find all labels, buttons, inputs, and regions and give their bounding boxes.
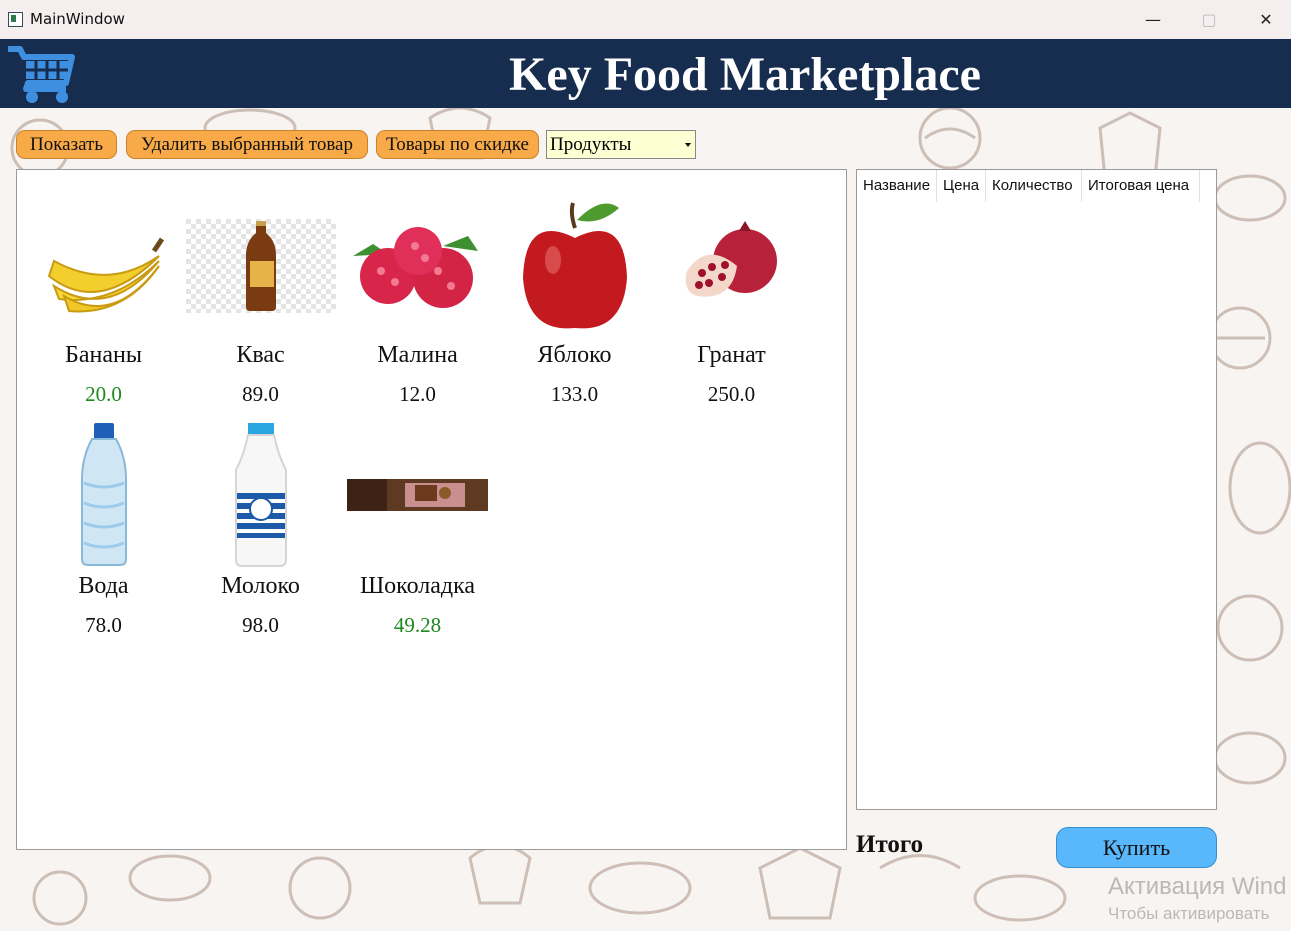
app-icon	[8, 12, 23, 27]
product-name: Молоко	[221, 573, 300, 599]
maximize-button[interactable]: ▢	[1180, 0, 1238, 39]
product-price: 133.0	[550, 382, 599, 406]
product-name: Яблоко	[537, 342, 612, 368]
product-grid[interactable]: Бананы 20.0 Квас 89.0 Малина 12.0 Яблоко…	[16, 169, 847, 850]
activation-watermark: Активация Wind	[1108, 873, 1287, 900]
category-select-value: Продукты	[550, 134, 632, 155]
product-price: 12.0	[399, 382, 436, 406]
window-titlebar: MainWindow — ▢ ✕	[0, 0, 1291, 40]
product-price: 89.0	[242, 382, 279, 406]
minimize-button[interactable]: —	[1124, 0, 1182, 39]
product-price: 98.0	[242, 613, 279, 637]
product-price: 49.28	[393, 613, 442, 637]
column-header-name[interactable]: Название	[857, 170, 937, 202]
product-name: Шоколадка	[359, 573, 476, 599]
total-label: Итого	[856, 831, 924, 858]
brand-title: Key Food Marketplace	[509, 48, 981, 101]
product-name: Вода	[78, 573, 129, 599]
apple-image	[496, 188, 653, 343]
product-name: Квас	[236, 342, 285, 368]
chevron-down-icon	[685, 143, 691, 147]
cart-table-header: Название Цена Количество Итоговая цена	[857, 170, 1200, 202]
chocolate-bar-image	[339, 418, 496, 573]
activation-watermark-subtitle: Чтобы активировать	[1108, 904, 1270, 923]
product-name: Бананы	[65, 342, 142, 368]
banana-image	[25, 188, 182, 343]
app-header: Key Food Marketplace	[0, 39, 1291, 108]
column-header-quantity[interactable]: Количество	[986, 170, 1082, 202]
kvass-bottle-image	[182, 188, 339, 343]
product-price: 20.0	[85, 382, 122, 406]
milk-bottle-image	[182, 418, 339, 573]
buy-button[interactable]: Купить	[1056, 827, 1217, 868]
discount-products-button[interactable]: Товары по скидке	[376, 130, 539, 159]
product-price: 250.0	[707, 382, 756, 406]
column-header-total-price[interactable]: Итоговая цена	[1082, 170, 1200, 202]
window-title: MainWindow	[30, 10, 125, 28]
product-price: 78.0	[85, 613, 122, 637]
show-button[interactable]: Показать	[16, 130, 117, 159]
close-button[interactable]: ✕	[1237, 0, 1291, 39]
shopping-cart-icon	[8, 46, 75, 103]
column-header-price[interactable]: Цена	[937, 170, 986, 202]
raspberry-image	[339, 188, 496, 343]
product-name: Малина	[377, 342, 458, 368]
delete-selected-button[interactable]: Удалить выбранный товар	[126, 130, 368, 159]
pomegranate-image	[653, 188, 810, 343]
cart-table[interactable]: Название Цена Количество Итоговая цена	[856, 169, 1217, 810]
water-bottle-image	[25, 418, 182, 573]
category-select[interactable]: Продукты	[546, 130, 696, 159]
product-name: Гранат	[697, 342, 766, 368]
